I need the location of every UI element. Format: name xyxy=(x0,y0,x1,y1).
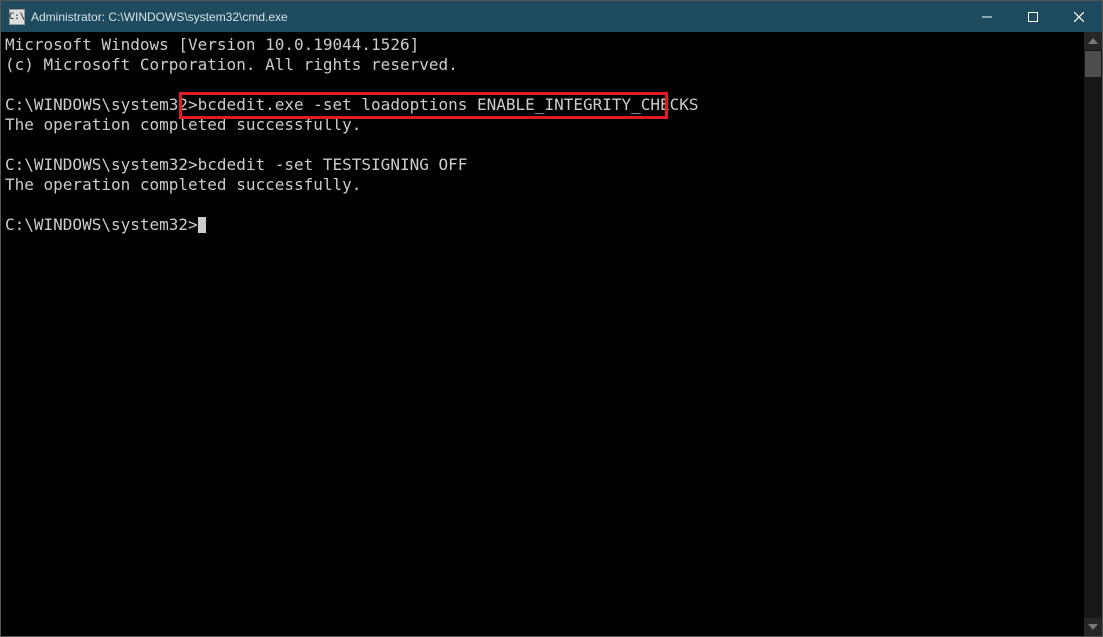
cmd-icon: C:\ xyxy=(9,9,25,25)
result-2: The operation completed successfully. xyxy=(5,175,361,194)
cmd-window: C:\ Administrator: C:\WINDOWS\system32\c… xyxy=(0,0,1103,637)
terminal-output[interactable]: Microsoft Windows [Version 10.0.19044.15… xyxy=(1,32,1084,636)
window-control-buttons xyxy=(964,1,1102,32)
command-1: bcdedit.exe -set loadoptions ENABLE_INTE… xyxy=(198,95,699,114)
text-cursor xyxy=(198,217,206,233)
scrollbar-thumb[interactable] xyxy=(1085,51,1101,77)
chevron-down-icon xyxy=(1088,624,1098,630)
version-line: Microsoft Windows [Version 10.0.19044.15… xyxy=(5,35,419,54)
maximize-button[interactable] xyxy=(1010,1,1056,32)
window-title: Administrator: C:\WINDOWS\system32\cmd.e… xyxy=(31,10,964,24)
scrollbar-track[interactable] xyxy=(1084,50,1102,618)
chevron-up-icon xyxy=(1088,38,1098,44)
minimize-icon xyxy=(982,12,992,22)
vertical-scrollbar[interactable] xyxy=(1084,32,1102,636)
titlebar[interactable]: C:\ Administrator: C:\WINDOWS\system32\c… xyxy=(1,1,1102,32)
terminal-area: Microsoft Windows [Version 10.0.19044.15… xyxy=(1,32,1102,636)
command-2: bcdedit -set TESTSIGNING OFF xyxy=(198,155,468,174)
close-icon xyxy=(1074,12,1084,22)
prompt-1: C:\WINDOWS\system32> xyxy=(5,95,198,114)
maximize-icon xyxy=(1028,12,1038,22)
close-button[interactable] xyxy=(1056,1,1102,32)
scroll-down-button[interactable] xyxy=(1084,618,1102,636)
scroll-up-button[interactable] xyxy=(1084,32,1102,50)
minimize-button[interactable] xyxy=(964,1,1010,32)
copyright-line: (c) Microsoft Corporation. All rights re… xyxy=(5,55,458,74)
prompt-2: C:\WINDOWS\system32> xyxy=(5,155,198,174)
result-1: The operation completed successfully. xyxy=(5,115,361,134)
prompt-3: C:\WINDOWS\system32> xyxy=(5,215,198,234)
